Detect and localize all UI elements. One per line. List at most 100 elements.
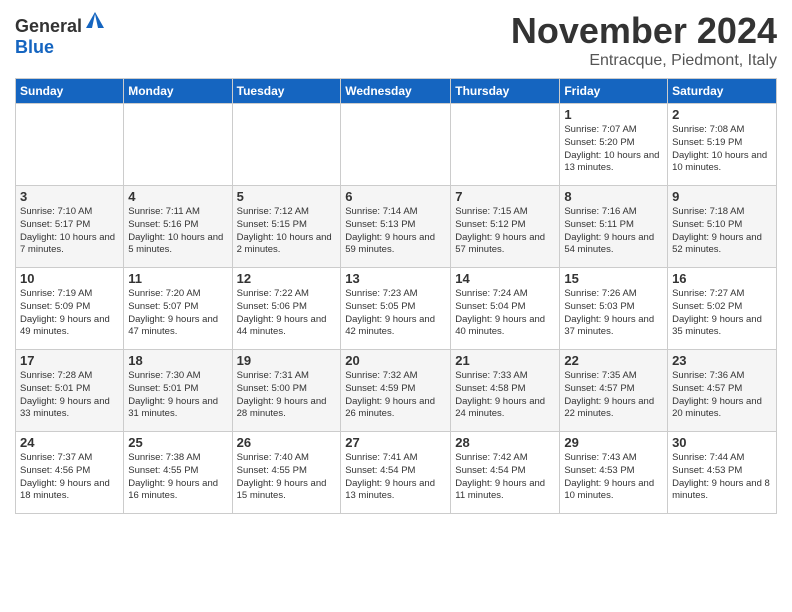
calendar-cell: 27Sunrise: 7:41 AM Sunset: 4:54 PM Dayli… xyxy=(341,432,451,514)
logo-text: General xyxy=(15,10,106,37)
day-info: Sunrise: 7:42 AM Sunset: 4:54 PM Dayligh… xyxy=(455,452,555,503)
weekday-header-friday: Friday xyxy=(560,79,668,104)
day-info: Sunrise: 7:40 AM Sunset: 4:55 PM Dayligh… xyxy=(237,452,337,503)
day-number: 26 xyxy=(237,435,337,450)
day-number: 20 xyxy=(345,353,446,368)
day-number: 22 xyxy=(564,353,663,368)
calendar-cell: 19 Sunrise: 7:31 AM Sunset: 5:00 PM Dayli… xyxy=(232,350,341,432)
weekday-header-monday: Monday xyxy=(124,79,232,104)
location: Entracque, Piedmont, Italy xyxy=(511,52,777,70)
day-number: 25 xyxy=(128,435,227,450)
calendar-week-1: 1 Sunrise: 7:07 AM Sunset: 5:20 PM Daylig… xyxy=(16,104,777,186)
calendar-cell: 5 Sunrise: 7:12 AM Sunset: 5:15 PM Daylig… xyxy=(232,186,341,268)
calendar-cell: 9 Sunrise: 7:18 AM Sunset: 5:10 PM Daylig… xyxy=(668,186,777,268)
calendar-cell: 14Sunrise: 7:24 AM Sunset: 5:04 PM Dayli… xyxy=(451,268,560,350)
day-number: 3 xyxy=(20,189,119,204)
day-number: 23 xyxy=(672,353,772,368)
day-number: 4 xyxy=(128,189,227,204)
calendar-cell: 11Sunrise: 7:20 AM Sunset: 5:07 PM Dayli… xyxy=(124,268,232,350)
logo: General Blue xyxy=(15,10,106,58)
day-number: 2 xyxy=(672,107,772,122)
day-info: Sunrise: 7:22 AM Sunset: 5:06 PM Dayligh… xyxy=(237,288,337,339)
day-number: 28 xyxy=(455,435,555,450)
page-container: General Blue November 2024 Entracque, Pi… xyxy=(0,0,792,524)
calendar-week-4: 17 Sunrise: 7:28 AM Sunset: 5:01 PM Dayli… xyxy=(16,350,777,432)
calendar-week-5: 24Sunrise: 7:37 AM Sunset: 4:56 PM Dayli… xyxy=(16,432,777,514)
day-number: 9 xyxy=(672,189,772,204)
day-number: 29 xyxy=(564,435,663,450)
day-info: Sunrise: 7:12 AM Sunset: 5:15 PM Dayligh… xyxy=(237,206,337,257)
day-info: Sunrise: 7:18 AM Sunset: 5:10 PM Dayligh… xyxy=(672,206,772,257)
day-number: 18 xyxy=(128,353,227,368)
calendar-cell xyxy=(232,104,341,186)
day-number: 19 xyxy=(237,353,337,368)
day-number: 8 xyxy=(564,189,663,204)
day-info: Sunrise: 7:43 AM Sunset: 4:53 PM Dayligh… xyxy=(564,452,663,503)
day-number: 1 xyxy=(564,107,663,122)
calendar-week-2: 3 Sunrise: 7:10 AM Sunset: 5:17 PM Daylig… xyxy=(16,186,777,268)
calendar-cell: 16 Sunrise: 7:27 AM Sunset: 5:02 PM Dayli… xyxy=(668,268,777,350)
calendar-cell: 2 Sunrise: 7:08 AM Sunset: 5:19 PM Daylig… xyxy=(668,104,777,186)
day-number: 11 xyxy=(128,271,227,286)
day-info: Sunrise: 7:14 AM Sunset: 5:13 PM Dayligh… xyxy=(345,206,446,257)
calendar-cell: 28 Sunrise: 7:42 AM Sunset: 4:54 PM Dayli… xyxy=(451,432,560,514)
day-info: Sunrise: 7:32 AM Sunset: 4:59 PM Dayligh… xyxy=(345,370,446,421)
calendar-cell: 23 Sunrise: 7:36 AM Sunset: 4:57 PM Dayli… xyxy=(668,350,777,432)
day-info: Sunrise: 7:27 AM Sunset: 5:02 PM Dayligh… xyxy=(672,288,772,339)
day-info: Sunrise: 7:19 AM Sunset: 5:09 PM Dayligh… xyxy=(20,288,119,339)
weekday-header-saturday: Saturday xyxy=(668,79,777,104)
calendar-cell: 20 Sunrise: 7:32 AM Sunset: 4:59 PM Dayli… xyxy=(341,350,451,432)
day-info: Sunrise: 7:28 AM Sunset: 5:01 PM Dayligh… xyxy=(20,370,119,421)
calendar-cell: 18Sunrise: 7:30 AM Sunset: 5:01 PM Dayli… xyxy=(124,350,232,432)
logo-blue-text: Blue xyxy=(15,37,106,58)
day-number: 21 xyxy=(455,353,555,368)
calendar-cell: 17 Sunrise: 7:28 AM Sunset: 5:01 PM Dayli… xyxy=(16,350,124,432)
weekday-header-wednesday: Wednesday xyxy=(341,79,451,104)
day-info: Sunrise: 7:10 AM Sunset: 5:17 PM Dayligh… xyxy=(20,206,119,257)
day-info: Sunrise: 7:33 AM Sunset: 4:58 PM Dayligh… xyxy=(455,370,555,421)
calendar-cell: 25Sunrise: 7:38 AM Sunset: 4:55 PM Dayli… xyxy=(124,432,232,514)
day-info: Sunrise: 7:36 AM Sunset: 4:57 PM Dayligh… xyxy=(672,370,772,421)
calendar-cell: 12 Sunrise: 7:22 AM Sunset: 5:06 PM Dayli… xyxy=(232,268,341,350)
calendar-cell: 6 Sunrise: 7:14 AM Sunset: 5:13 PM Daylig… xyxy=(341,186,451,268)
calendar-cell: 4 Sunrise: 7:11 AM Sunset: 5:16 PM Daylig… xyxy=(124,186,232,268)
day-info: Sunrise: 7:16 AM Sunset: 5:11 PM Dayligh… xyxy=(564,206,663,257)
calendar-week-3: 10Sunrise: 7:19 AM Sunset: 5:09 PM Dayli… xyxy=(16,268,777,350)
calendar-cell: 13Sunrise: 7:23 AM Sunset: 5:05 PM Dayli… xyxy=(341,268,451,350)
day-number: 27 xyxy=(345,435,446,450)
day-number: 16 xyxy=(672,271,772,286)
day-info: Sunrise: 7:07 AM Sunset: 5:20 PM Dayligh… xyxy=(564,124,663,175)
day-number: 12 xyxy=(237,271,337,286)
day-info: Sunrise: 7:35 AM Sunset: 4:57 PM Dayligh… xyxy=(564,370,663,421)
calendar-cell xyxy=(451,104,560,186)
day-info: Sunrise: 7:23 AM Sunset: 5:05 PM Dayligh… xyxy=(345,288,446,339)
calendar-cell: 8 Sunrise: 7:16 AM Sunset: 5:11 PM Daylig… xyxy=(560,186,668,268)
day-number: 7 xyxy=(455,189,555,204)
day-info: Sunrise: 7:24 AM Sunset: 5:04 PM Dayligh… xyxy=(455,288,555,339)
day-number: 6 xyxy=(345,189,446,204)
day-info: Sunrise: 7:15 AM Sunset: 5:12 PM Dayligh… xyxy=(455,206,555,257)
title-area: November 2024 Entracque, Piedmont, Italy xyxy=(511,10,777,70)
calendar-table: SundayMondayTuesdayWednesdayThursdayFrid… xyxy=(15,78,777,514)
weekday-header-tuesday: Tuesday xyxy=(232,79,341,104)
weekday-header-thursday: Thursday xyxy=(451,79,560,104)
calendar-cell: 10Sunrise: 7:19 AM Sunset: 5:09 PM Dayli… xyxy=(16,268,124,350)
calendar-cell: 26 Sunrise: 7:40 AM Sunset: 4:55 PM Dayli… xyxy=(232,432,341,514)
day-number: 17 xyxy=(20,353,119,368)
calendar-cell: 24Sunrise: 7:37 AM Sunset: 4:56 PM Dayli… xyxy=(16,432,124,514)
weekday-header-row: SundayMondayTuesdayWednesdayThursdayFrid… xyxy=(16,79,777,104)
calendar-cell: 15Sunrise: 7:26 AM Sunset: 5:03 PM Dayli… xyxy=(560,268,668,350)
day-info: Sunrise: 7:08 AM Sunset: 5:19 PM Dayligh… xyxy=(672,124,772,175)
day-number: 24 xyxy=(20,435,119,450)
calendar-cell: 7 Sunrise: 7:15 AM Sunset: 5:12 PM Daylig… xyxy=(451,186,560,268)
day-info: Sunrise: 7:11 AM Sunset: 5:16 PM Dayligh… xyxy=(128,206,227,257)
weekday-header-sunday: Sunday xyxy=(16,79,124,104)
calendar-cell: 30Sunrise: 7:44 AM Sunset: 4:53 PM Dayli… xyxy=(668,432,777,514)
day-number: 5 xyxy=(237,189,337,204)
day-number: 15 xyxy=(564,271,663,286)
calendar-cell: 21 Sunrise: 7:33 AM Sunset: 4:58 PM Dayli… xyxy=(451,350,560,432)
calendar-cell xyxy=(124,104,232,186)
day-info: Sunrise: 7:31 AM Sunset: 5:00 PM Dayligh… xyxy=(237,370,337,421)
calendar-cell xyxy=(16,104,124,186)
calendar-cell: 29 Sunrise: 7:43 AM Sunset: 4:53 PM Dayli… xyxy=(560,432,668,514)
